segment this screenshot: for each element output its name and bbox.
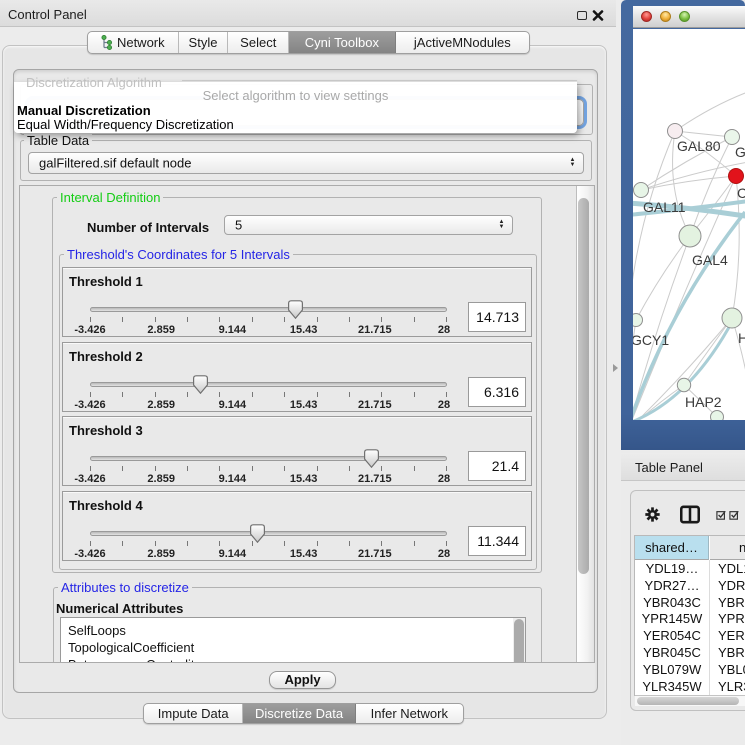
- svg-text:GAL80: GAL80: [677, 138, 721, 154]
- svg-text:HAP2: HAP2: [685, 394, 722, 410]
- svg-text:GAL11: GAL11: [643, 199, 686, 215]
- svg-text:CY: CY: [737, 185, 745, 201]
- svg-text:GCY1: GCY1: [633, 332, 669, 348]
- svg-text:GAL4: GAL4: [692, 252, 728, 268]
- svg-text:HA: HA: [738, 330, 745, 346]
- svg-text:GA: GA: [735, 144, 745, 160]
